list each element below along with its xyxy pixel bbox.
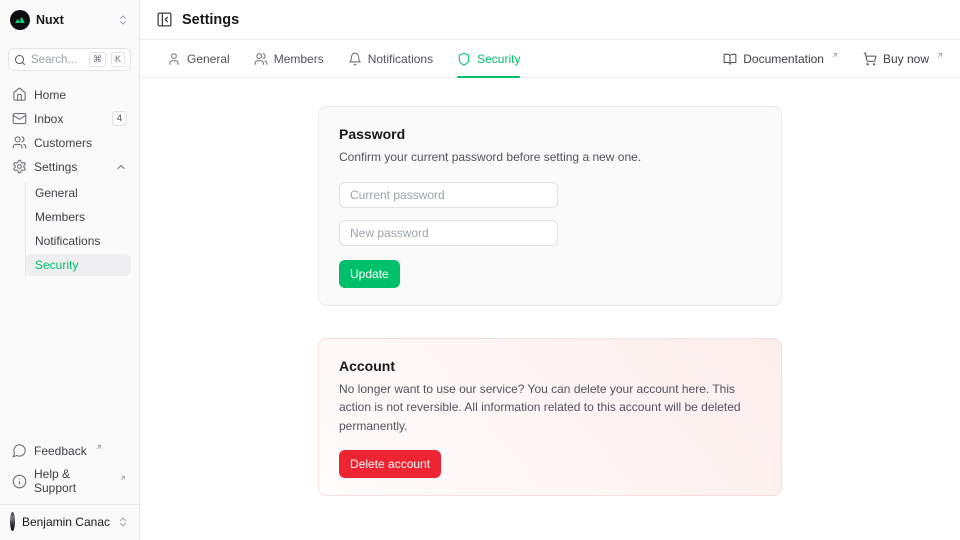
inbox-icon: [12, 111, 27, 126]
external-link-icon: [119, 474, 127, 482]
password-card: Password Confirm your current password b…: [318, 106, 782, 306]
header-link-label: Buy now: [883, 52, 929, 66]
shield-icon: [457, 52, 471, 66]
shopping-cart-icon: [863, 52, 877, 66]
users-icon: [12, 135, 27, 150]
account-card: Account No longer want to use our servic…: [318, 338, 782, 497]
settings-sub-list: General Members Notifications Security: [25, 182, 131, 276]
chevrons-up-down-icon: [117, 14, 129, 26]
inbox-count-badge: 4: [112, 111, 127, 126]
sidebar-item-security[interactable]: Security: [26, 254, 131, 276]
sidebar-item-notifications[interactable]: Notifications: [26, 230, 131, 252]
sidebar-item-label: Inbox: [34, 112, 63, 126]
footer-link-label: Help & Support: [34, 467, 111, 495]
tab-label: General: [187, 52, 230, 66]
sidebar-item-members[interactable]: Members: [26, 206, 131, 228]
bell-icon: [348, 52, 362, 66]
main-area: Settings General Members Notifications S…: [140, 0, 960, 540]
workspace-switcher[interactable]: Nuxt: [8, 0, 131, 40]
chevrons-up-down-icon: [117, 516, 129, 528]
page-header: Settings: [140, 0, 960, 40]
kbd-meta: ⌘: [89, 52, 106, 67]
sidebar-item-settings[interactable]: Settings: [8, 156, 131, 177]
tab-members[interactable]: Members: [254, 40, 324, 77]
external-link-icon: [831, 51, 839, 59]
user-icon: [167, 52, 181, 66]
sidebar-nav: Home Inbox 4 Customers Settings Ge: [8, 84, 131, 276]
external-link-icon: [936, 51, 944, 59]
tab-label: Members: [274, 52, 324, 66]
delete-account-button[interactable]: Delete account: [339, 450, 441, 478]
search-input[interactable]: Search... ⌘ K: [8, 48, 131, 71]
new-password-field[interactable]: [339, 220, 558, 246]
user-menu[interactable]: Benjamin Canac: [10, 512, 129, 531]
settings-security-content: Password Confirm your current password b…: [140, 78, 960, 540]
workspace-name: Nuxt: [36, 13, 111, 27]
page-title: Settings: [182, 12, 239, 28]
chevron-up-icon: [115, 161, 127, 173]
tab-label: Notifications: [368, 52, 433, 66]
avatar: [10, 512, 15, 531]
search-icon: [14, 54, 26, 66]
kbd-k: K: [111, 52, 125, 67]
book-open-icon: [723, 52, 737, 66]
feedback-link[interactable]: Feedback: [8, 440, 131, 461]
footer-link-label: Feedback: [34, 444, 87, 458]
collapse-sidebar-icon[interactable]: [156, 11, 173, 28]
account-card-title: Account: [339, 358, 761, 374]
home-icon: [12, 87, 27, 102]
tab-notifications[interactable]: Notifications: [348, 40, 433, 77]
users-icon: [254, 52, 268, 66]
sidebar-item-label: Settings: [34, 160, 77, 174]
message-bubble-icon: [12, 443, 27, 458]
sidebar-item-general[interactable]: General: [26, 182, 131, 204]
sidebar-item-customers[interactable]: Customers: [8, 132, 131, 153]
search-placeholder: Search...: [31, 54, 84, 66]
info-circle-icon: [12, 474, 27, 489]
password-card-title: Password: [339, 126, 761, 142]
user-name: Benjamin Canac: [22, 515, 110, 529]
update-password-button[interactable]: Update: [339, 260, 400, 288]
sidebar: Nuxt Search... ⌘ K Home Inbox 4: [0, 0, 140, 540]
sidebar-item-label: Home: [34, 88, 66, 102]
sidebar-item-inbox[interactable]: Inbox 4: [8, 108, 131, 129]
current-password-field[interactable]: [339, 182, 558, 208]
external-link-icon: [95, 443, 103, 451]
password-card-description: Confirm your current password before set…: [339, 148, 761, 167]
settings-tabbar: General Members Notifications Security: [140, 40, 960, 78]
tab-general[interactable]: General: [167, 40, 230, 77]
tab-security[interactable]: Security: [457, 40, 520, 77]
account-card-description: No longer want to use our service? You c…: [339, 380, 761, 436]
sidebar-item-label: Customers: [34, 136, 92, 150]
header-link-label: Documentation: [743, 52, 824, 66]
help-support-link[interactable]: Help & Support: [8, 464, 131, 498]
user-menu-wrap: Benjamin Canac: [0, 504, 139, 540]
tab-label: Security: [477, 52, 520, 66]
gear-icon: [12, 159, 27, 174]
sidebar-item-home[interactable]: Home: [8, 84, 131, 105]
documentation-link[interactable]: Documentation: [723, 52, 839, 66]
sidebar-spacer: [8, 276, 131, 440]
sidebar-footer: Feedback Help & Support: [8, 440, 131, 504]
buy-now-link[interactable]: Buy now: [863, 52, 944, 66]
nuxt-logo-icon: [10, 10, 30, 30]
